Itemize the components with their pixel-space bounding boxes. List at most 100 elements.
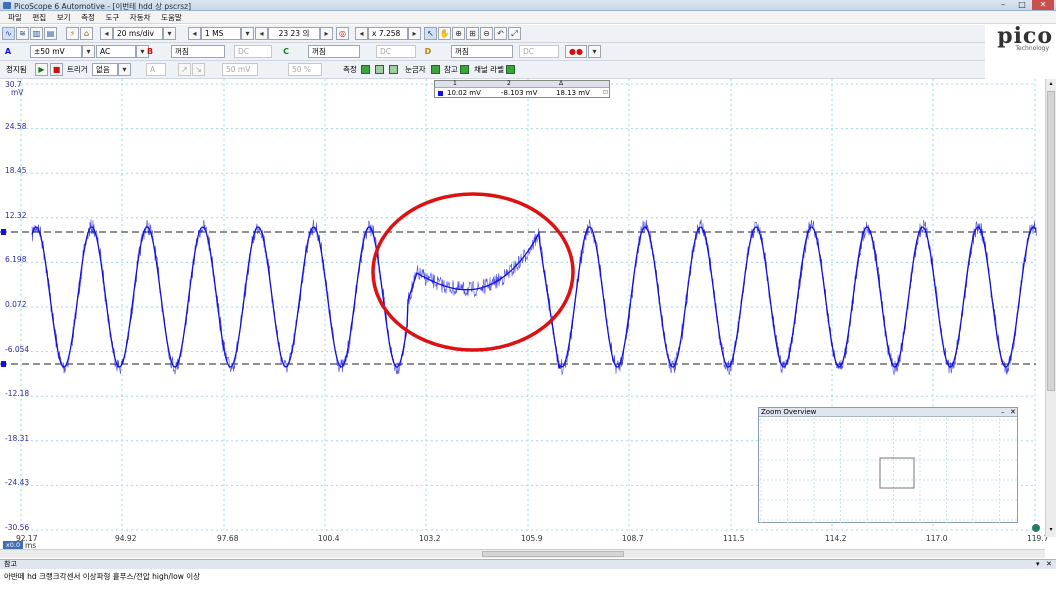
trigger-level-input[interactable]: 50 mV <box>222 63 258 76</box>
notes-title: 참고 <box>4 560 17 568</box>
samples-dropdown-icon[interactable]: ▾ <box>241 27 254 40</box>
persistence-mode-icon[interactable]: ≋ <box>16 27 29 40</box>
channel-a-range-dropdown-icon[interactable]: ▾ <box>82 45 95 58</box>
channel-c-coupling[interactable]: DC <box>376 45 416 58</box>
add-measure-icon[interactable] <box>361 65 370 74</box>
close-button[interactable]: ✕ <box>1032 0 1054 10</box>
timebase-dropdown-icon[interactable]: ▾ <box>163 27 176 40</box>
horizontal-scrollbar[interactable] <box>0 549 1045 558</box>
pointer-tool-icon[interactable]: ↖ <box>424 27 437 40</box>
stop-icon[interactable]: ■ <box>50 63 63 76</box>
undo-zoom-icon[interactable]: ↶ <box>494 27 507 40</box>
wand-icon[interactable]: ⚡ <box>66 27 79 40</box>
x-tick: 103.2 <box>419 534 441 543</box>
x-tick: 94.92 <box>115 534 137 543</box>
minimize-button[interactable]: – <box>994 0 1012 10</box>
zoom-region-box[interactable] <box>879 457 915 489</box>
zoom-fit-icon[interactable]: ⤢ <box>508 27 521 40</box>
x-tick: 97.68 <box>217 534 239 543</box>
capture-next-arrow-icon[interactable]: ▸ <box>320 27 333 40</box>
notes-panel: 참고 ▾ ✕ 아반떼 hd 크랭크각센서 이상파형 흩푸스/전압 high/lo… <box>0 559 1056 594</box>
app-icon <box>3 2 11 9</box>
zoom-overview-panel[interactable]: Zoom Overview – ✕ <box>758 407 1018 523</box>
channel-c-label: C <box>283 47 289 56</box>
channel-labels-toggle-icon[interactable] <box>506 65 515 74</box>
notes-toggle-icon[interactable] <box>460 65 469 74</box>
menu-automotive[interactable]: 자동차 <box>130 11 151 24</box>
channel-d-state[interactable]: 꺼짐 <box>451 45 513 58</box>
menu-help[interactable]: 도움말 <box>161 11 182 24</box>
lock-icon[interactable]: ⊡ <box>603 89 608 96</box>
capture-counter[interactable]: 23 23 의 <box>268 27 320 40</box>
menu-edit[interactable]: 편집 <box>32 11 46 24</box>
trigger-source-select[interactable]: A <box>146 63 166 76</box>
zoom-next-arrow-icon[interactable]: ▸ <box>408 27 421 40</box>
zoom-level: x 7.258 <box>368 27 408 40</box>
vertical-scrollbar[interactable]: ▴ ▾ <box>1045 79 1056 537</box>
zoom-prev-arrow-icon[interactable]: ◂ <box>355 27 368 40</box>
channel-b-coupling[interactable]: DC <box>234 45 272 58</box>
scope-mode-icon[interactable]: ∿ <box>2 27 15 40</box>
notes-pin-icon[interactable]: ▾ <box>1036 560 1040 569</box>
run-icon[interactable]: ▶ <box>35 63 48 76</box>
y-tick: 18.45 <box>5 166 27 175</box>
channel-colors-icon[interactable]: ●● <box>565 45 587 58</box>
horizontal-scroll-thumb[interactable] <box>482 551 624 557</box>
timebase-select[interactable]: 20 ms/div <box>113 27 163 40</box>
channel-labels-label: 채널 라벨 <box>474 65 504 74</box>
channel-a-range[interactable]: ±50 mV <box>30 45 82 58</box>
samples-select[interactable]: 1 MS <box>201 27 241 40</box>
vertical-scroll-thumb[interactable] <box>1047 91 1055 391</box>
trigger-label: 트리거 <box>67 65 88 74</box>
scroll-up-icon[interactable]: ▴ <box>1047 81 1055 87</box>
close-icon[interactable]: ✕ <box>1010 408 1016 417</box>
capture-history-icon[interactable]: ◎ <box>336 27 349 40</box>
menu-file[interactable]: 파일 <box>8 11 22 24</box>
zoom-in-icon[interactable]: ⊕ <box>452 27 465 40</box>
timebase-prev-arrow-icon[interactable]: ◂ <box>100 27 113 40</box>
zoom-out-icon[interactable]: ⊖ <box>480 27 493 40</box>
home-icon[interactable]: ⌂ <box>80 27 93 40</box>
spectrum-mode-icon[interactable]: ▥ <box>30 27 43 40</box>
hand-tool-icon[interactable]: ✋ <box>438 27 451 40</box>
x-tick: 108.7 <box>622 534 644 543</box>
trigger-position-input[interactable]: 50 % <box>288 63 322 76</box>
edit-measure-icon[interactable] <box>375 65 384 74</box>
ruler-settings-icon[interactable] <box>431 65 440 74</box>
maximize-button[interactable]: □ <box>1013 0 1031 10</box>
channel-b-state[interactable]: 꺼짐 <box>171 45 225 58</box>
trigger-mode-dropdown-icon[interactable]: ▾ <box>118 63 131 76</box>
menu-tools[interactable]: 도구 <box>105 11 119 24</box>
channel-c-state[interactable]: 꺼짐 <box>308 45 360 58</box>
channel-a-coupling[interactable]: AC <box>96 45 136 58</box>
zoom-region-icon[interactable]: ⊞ <box>466 27 479 40</box>
notes-text[interactable]: 아반떼 hd 크랭크각센서 이상파형 흩푸스/전압 high/low 이상 <box>0 569 1056 584</box>
notes-header: 참고 ▾ ✕ <box>0 560 1056 569</box>
zoom-overview-title: Zoom Overview <box>761 408 817 416</box>
scroll-down-icon[interactable]: ▾ <box>1047 527 1055 533</box>
measure-mode-icon[interactable]: ▤ <box>44 27 57 40</box>
y-tick: -6.054 <box>5 345 30 354</box>
toolbar-trigger: 정지됨 ▶ ■ 트리거 없음 ▾ A ↗ ↘ 50 mV 50 % 측정 눈금자… <box>0 61 985 79</box>
ruler-legend[interactable]: 1 2 Δ 10.02 mV -8.103 mV 18.13 mV ⊡ <box>434 80 610 98</box>
menu-view[interactable]: 보기 <box>57 11 71 24</box>
delete-measure-icon[interactable] <box>389 65 398 74</box>
trigger-mode-select[interactable]: 없음 <box>92 63 118 76</box>
notes-close-icon[interactable]: ✕ <box>1046 560 1052 569</box>
minimize-icon[interactable]: – <box>1001 408 1005 417</box>
channel-d-coupling[interactable]: DC <box>519 45 559 58</box>
samples-prev-arrow-icon[interactable]: ◂ <box>188 27 201 40</box>
ruler-handle-2[interactable] <box>1 361 6 367</box>
rising-edge-icon[interactable]: ↗ <box>178 63 191 76</box>
menu-measure[interactable]: 측정 <box>81 11 95 24</box>
channel-options-dropdown-icon[interactable]: ▾ <box>588 45 601 58</box>
zoom-overview-handle[interactable] <box>1032 524 1040 532</box>
logo-subtitle: Technology <box>1015 45 1049 52</box>
capture-prev-arrow-icon[interactable]: ◂ <box>255 27 268 40</box>
ruler-handle-1[interactable] <box>1 229 6 235</box>
zoom-overview-plot[interactable] <box>759 418 1017 523</box>
y-tick: -12.18 <box>5 389 30 398</box>
falling-edge-icon[interactable]: ↘ <box>192 63 205 76</box>
x-offset-badge[interactable]: x0.0 <box>3 541 23 549</box>
x-tick: 105.9 <box>521 534 543 543</box>
